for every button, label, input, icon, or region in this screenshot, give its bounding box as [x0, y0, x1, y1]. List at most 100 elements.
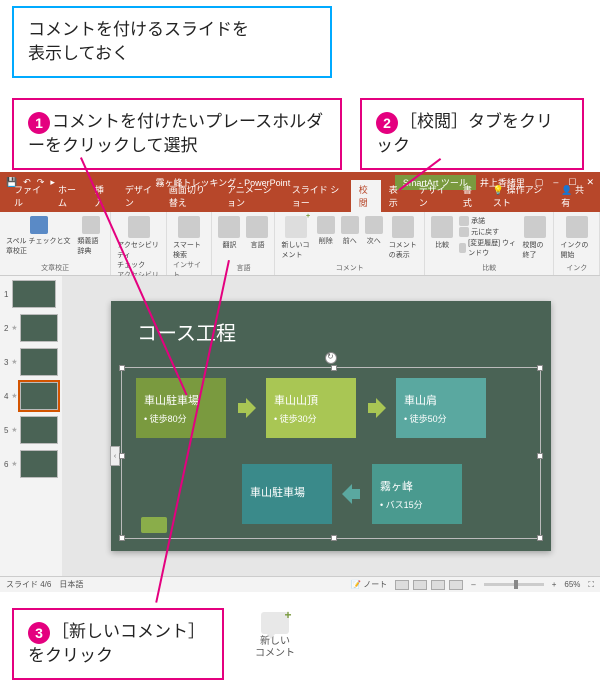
resize-handle[interactable] — [119, 535, 125, 541]
slide-thumbnails-pane[interactable]: 1 2★ 3★ 4★ 5★ 6★ — [0, 276, 62, 576]
resize-handle[interactable] — [119, 453, 125, 459]
prev-comment-button[interactable]: 前へ — [341, 216, 359, 246]
slideshow-view-icon[interactable] — [449, 580, 463, 590]
sorter-view-icon[interactable] — [413, 580, 427, 590]
language-button[interactable]: 言語 — [246, 216, 268, 250]
thumb-5[interactable]: 5★ — [4, 416, 58, 444]
new-comment-icon-large: + 新しい コメント — [250, 612, 300, 660]
tab-design[interactable]: デザイン — [117, 180, 161, 212]
language-icon — [246, 216, 268, 238]
new-comment-button[interactable]: +新しいコメント — [281, 216, 310, 260]
thumb-img-2 — [20, 314, 59, 342]
fit-to-window-icon[interactable]: ⛶ — [588, 580, 594, 590]
thumb-3[interactable]: 3★ — [4, 348, 58, 376]
callout-step-2-text: ［校閲］タブをクリック — [376, 112, 553, 155]
thumb-img-3 — [20, 348, 59, 376]
compare-button[interactable]: 比較 — [431, 216, 453, 250]
flow-box-5-title: 霧ヶ峰 — [380, 478, 454, 494]
group-label-language: 言語 — [236, 263, 250, 273]
tab-home[interactable]: ホーム — [50, 180, 87, 212]
start-inking-button[interactable]: インクの開始 — [560, 216, 593, 260]
tab-file[interactable]: ファイル — [6, 180, 50, 212]
flow-box-5-sub: バス15分 — [380, 498, 454, 511]
group-label-proofing: 文章校正 — [41, 263, 69, 273]
zoom-out-icon[interactable]: – — [471, 580, 475, 589]
callout-step-1-text: コメントを付けたいプレースホルダーをクリックして選択 — [28, 112, 323, 155]
step-number-1: 1 — [28, 112, 50, 134]
callout-intro: コメントを付けるスライドを 表示しておく — [12, 6, 332, 78]
zoom-percent[interactable]: 65% — [564, 580, 580, 589]
thumb-6[interactable]: 6★ — [4, 450, 58, 478]
ribbon: スペル チェックと文章校正 類義語辞典 文章校正 アクセシビリティ チェック ア… — [0, 212, 600, 276]
flow-box-2-sub: 徒歩30分 — [274, 412, 348, 425]
tab-smartart-format[interactable]: 書式 — [455, 180, 485, 212]
zoom-in-icon[interactable]: + — [552, 580, 557, 589]
callout-step-1: 1コメントを付けたいプレースホルダーをクリックして選択 — [12, 98, 342, 170]
step-number-3: 3 — [28, 622, 50, 644]
ribbon-group-insights: スマート検索 インサイト — [167, 212, 212, 275]
ribbon-group-comments: +新しいコメント 削除 前へ 次へ コメントの表示 コメント — [275, 212, 425, 275]
accessibility-button[interactable]: アクセシビリティ チェック — [117, 216, 160, 270]
slide-canvas[interactable]: コース工程 ‹ 車山駐車場 — [111, 301, 551, 551]
end-review-button[interactable]: 校閲の終了 — [523, 216, 548, 260]
new-comment-icon: + — [285, 216, 307, 238]
callout-step-2: 2［校閲］タブをクリック — [360, 98, 584, 170]
step-number-2: 2 — [376, 112, 398, 134]
translate-button[interactable]: 翻訳 — [218, 216, 240, 250]
reading-view-icon[interactable] — [431, 580, 445, 590]
comment-bubble-icon: + — [261, 612, 289, 634]
tab-transitions[interactable]: 画面切り替え — [161, 180, 219, 212]
rotate-handle-icon[interactable] — [325, 352, 337, 364]
share-button[interactable]: 👤 共有 — [553, 180, 594, 212]
flow-box-3[interactable]: 車山肩 徒歩50分 — [396, 378, 486, 438]
tab-tell-me[interactable]: 💡 操作アシスト — [485, 180, 553, 212]
thumb-4[interactable]: 4★ — [4, 382, 58, 410]
resize-handle[interactable] — [331, 365, 337, 371]
ribbon-tabs: ファイル ホーム 挿入 デザイン 画面切り替え アニメーション スライド ショー… — [0, 192, 600, 212]
zoom-slider[interactable] — [484, 583, 544, 586]
language-status[interactable]: 日本語 — [59, 579, 83, 590]
tab-smartart-design[interactable]: デザイン — [411, 180, 455, 212]
normal-view-icon[interactable] — [395, 580, 409, 590]
prev-comment-icon — [341, 216, 359, 234]
tab-review[interactable]: 校閲 — [351, 180, 381, 212]
thumb-1[interactable]: 1 — [4, 280, 58, 308]
resize-handle[interactable] — [331, 535, 337, 541]
delete-comment-icon — [317, 216, 335, 234]
reject-button[interactable]: 元に戻す — [459, 227, 516, 237]
accept-button[interactable]: 承諾 — [459, 216, 516, 226]
smart-lookup-button[interactable]: スマート検索 — [173, 216, 205, 260]
delete-comment-button[interactable]: 削除 — [317, 216, 335, 246]
notes-toggle[interactable]: 📝 ノート — [351, 579, 387, 590]
tab-slideshow[interactable]: スライド ショー — [284, 180, 351, 212]
workspace: 1 2★ 3★ 4★ 5★ 6★ コース工程 ‹ — [0, 276, 600, 576]
next-comment-button[interactable]: 次へ — [365, 216, 383, 246]
tab-animations[interactable]: アニメーション — [219, 180, 284, 212]
resize-handle[interactable] — [119, 365, 125, 371]
flow-box-2[interactable]: 車山山頂 徒歩30分 — [266, 378, 356, 438]
slide-editor[interactable]: コース工程 ‹ 車山駐車場 — [62, 276, 600, 576]
reviewing-pane-icon — [459, 243, 466, 253]
resize-handle[interactable] — [537, 535, 543, 541]
smart-lookup-icon — [178, 216, 200, 238]
ink-icon — [566, 216, 588, 238]
reviewing-pane-button[interactable]: [変更履歴] ウィンドウ — [459, 238, 516, 258]
resize-handle[interactable] — [537, 365, 543, 371]
status-bar: スライド 4/6 日本語 📝 ノート – + 65% ⛶ — [0, 576, 600, 592]
flow-box-5[interactable]: 霧ヶ峰 バス15分 — [372, 464, 462, 524]
reject-icon — [459, 227, 469, 237]
thumb-img-1 — [12, 280, 56, 308]
comment-marker-icon[interactable] — [141, 517, 167, 533]
thumb-img-4 — [20, 382, 59, 410]
thumb-img-5 — [20, 416, 59, 444]
thumb-2[interactable]: 2★ — [4, 314, 58, 342]
spelling-button[interactable]: スペル チェックと文章校正 — [6, 216, 71, 256]
accept-icon — [459, 216, 469, 226]
show-comments-button[interactable]: コメントの表示 — [389, 216, 418, 260]
resize-handle[interactable] — [537, 453, 543, 459]
flow-row-bottom: 車山駐車場 霧ヶ峰 バス15分 — [242, 464, 462, 524]
ribbon-group-proofing: スペル チェックと文章校正 類義語辞典 文章校正 — [0, 212, 111, 275]
plus-icon: + — [283, 608, 293, 618]
flow-box-4[interactable]: 車山駐車場 — [242, 464, 332, 524]
thesaurus-button[interactable]: 類義語辞典 — [77, 216, 104, 256]
